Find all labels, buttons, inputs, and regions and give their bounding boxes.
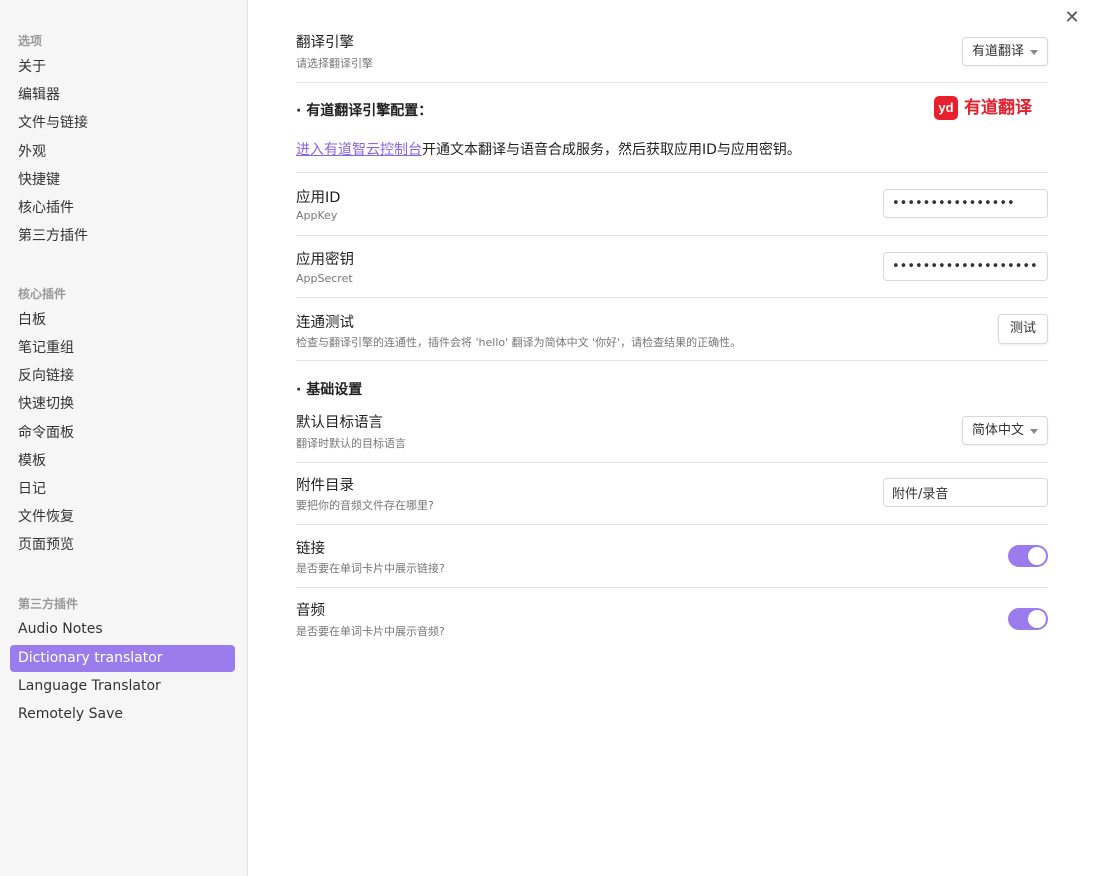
sidebar-item-templates[interactable]: 模板	[10, 448, 235, 475]
sidebar-item-files-links[interactable]: 文件与链接	[10, 110, 235, 137]
sidebar-item-command-palette[interactable]: 命令面板	[10, 420, 235, 447]
app-secret-desc: AppSecret	[296, 272, 353, 285]
divider	[296, 587, 1048, 588]
audio-toggle[interactable]	[1008, 608, 1048, 630]
sidebar-item-dictionary-translator[interactable]: Dictionary translator	[10, 645, 235, 672]
sidebar-item-editor[interactable]: 编辑器	[10, 82, 235, 109]
divider	[296, 524, 1048, 525]
engine-title: 翻译引擎	[296, 35, 354, 51]
sidebar-section-third-party: 第三方插件	[18, 597, 79, 611]
sidebar-section-core-plugins: 核心插件	[18, 287, 67, 301]
toggle-knob	[1028, 547, 1046, 565]
sidebar-item-appearance[interactable]: 外观	[10, 139, 235, 166]
target-lang-select-value: 简体中文	[972, 423, 1025, 438]
divider	[296, 82, 1048, 83]
target-lang-desc: 翻译时默认的目标语言	[296, 437, 406, 450]
link-toggle-desc: 是否要在单词卡片中展示链接?	[296, 562, 445, 575]
youdao-logo-icon: yd	[934, 96, 958, 120]
chevron-down-icon	[1030, 429, 1038, 434]
app-id-desc: AppKey	[296, 209, 338, 222]
attachment-title: 附件目录	[296, 478, 354, 494]
sidebar-item-backlinks[interactable]: 反向链接	[10, 363, 235, 390]
youdao-info-text: 开通文本翻译与语音合成服务，然后获取应用ID与应用密钥。	[422, 142, 801, 158]
youdao-logo-text: 有道翻译	[964, 98, 1032, 118]
target-lang-select[interactable]: 简体中文	[962, 416, 1048, 445]
sidebar-item-daily-notes[interactable]: 日记	[10, 476, 235, 503]
sidebar-item-community-plugins[interactable]: 第三方插件	[10, 223, 235, 250]
attachment-folder-input[interactable]	[883, 478, 1048, 507]
youdao-section-heading: · 有道翻译引擎配置：	[296, 103, 433, 119]
sidebar-item-quick-switcher[interactable]: 快速切换	[10, 391, 235, 418]
sidebar-item-about[interactable]: 关于	[10, 54, 235, 81]
audio-toggle-title: 音频	[296, 603, 325, 619]
sidebar-item-page-preview[interactable]: 页面预览	[10, 532, 235, 559]
engine-desc: 请选择翻译引擎	[296, 57, 373, 70]
youdao-console-link[interactable]: 进入有道智云控制台	[296, 142, 422, 158]
engine-select[interactable]: 有道翻译	[962, 37, 1048, 66]
sidebar-section-options: 选项	[18, 34, 43, 48]
divider	[296, 360, 1048, 361]
test-button[interactable]: 测试	[998, 314, 1048, 344]
divider	[296, 235, 1048, 236]
link-toggle[interactable]	[1008, 545, 1048, 567]
connectivity-desc: 检查与翻译引擎的连通性，插件会将 'hello' 翻译为简体中文 '你好'，请检…	[296, 336, 742, 349]
youdao-info: 进入有道智云控制台开通文本翻译与语音合成服务，然后获取应用ID与应用密钥。	[296, 139, 801, 159]
basic-section-heading: · 基础设置	[296, 382, 363, 398]
sidebar-item-canvas[interactable]: 白板	[10, 307, 235, 334]
app-id-input[interactable]	[883, 189, 1048, 218]
link-toggle-title: 链接	[296, 541, 325, 557]
sidebar-item-file-recovery[interactable]: 文件恢复	[10, 504, 235, 531]
engine-select-value: 有道翻译	[972, 44, 1025, 59]
attachment-desc: 要把你的音频文件存在哪里?	[296, 499, 434, 512]
audio-toggle-desc: 是否要在单词卡片中展示音频?	[296, 625, 445, 638]
connectivity-title: 连通测试	[296, 315, 354, 331]
sidebar-item-language-translator[interactable]: Language Translator	[10, 673, 235, 700]
sidebar-item-core-plugins[interactable]: 核心插件	[10, 195, 235, 222]
close-icon[interactable]: ✕	[1061, 8, 1083, 30]
sidebar-item-hotkeys[interactable]: 快捷键	[10, 167, 235, 194]
settings-sidebar: 选项 关于 编辑器 文件与链接 外观 快捷键 核心插件 第三方插件 核心插件 白…	[0, 0, 248, 876]
sidebar-item-remotely-save[interactable]: Remotely Save	[10, 701, 235, 728]
chevron-down-icon	[1030, 50, 1038, 55]
sidebar-item-audio-notes[interactable]: Audio Notes	[10, 616, 235, 643]
app-id-title: 应用ID	[296, 190, 341, 206]
sidebar-item-note-composer[interactable]: 笔记重组	[10, 335, 235, 362]
divider	[296, 172, 1048, 173]
target-lang-title: 默认目标语言	[296, 415, 383, 431]
divider	[296, 462, 1048, 463]
toggle-knob	[1028, 610, 1046, 628]
app-secret-input[interactable]	[883, 252, 1048, 281]
divider	[296, 297, 1048, 298]
app-secret-title: 应用密钥	[296, 252, 354, 268]
